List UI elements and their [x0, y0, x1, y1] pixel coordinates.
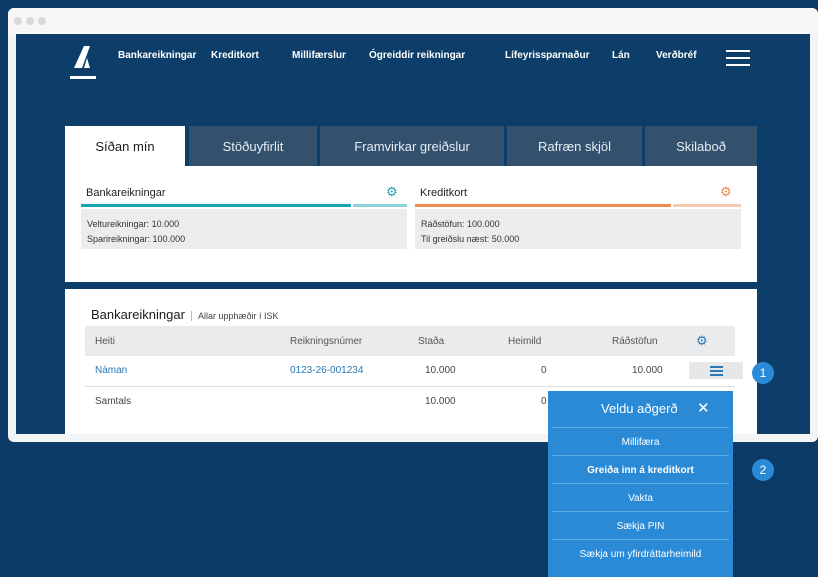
nav-verdbref[interactable]: Verðbréf [656, 50, 697, 61]
next-payment-value: 50.000 [491, 234, 520, 244]
window-dot-close[interactable] [14, 17, 22, 25]
step-badge-2: 2 [752, 459, 774, 481]
bank-logo-icon[interactable] [70, 46, 92, 68]
account-balance: 10.000 [425, 365, 456, 376]
checking-label: Veltureikningar: [87, 219, 150, 229]
available-value: 100.000 [467, 219, 500, 229]
nav-lan[interactable]: Lán [612, 50, 630, 61]
accounts-title: Bankareikningar [91, 307, 185, 322]
menu-item-vakta[interactable]: Vakta [552, 483, 729, 511]
bank-app: Bankareikningar Kreditkort Millifærslur … [16, 34, 810, 434]
tab-skilabod[interactable]: Skilaboð [645, 126, 757, 166]
menu-item-saekja-um-yfirdrattarheimild[interactable]: Sækja um yfirdráttarheimild [552, 539, 729, 567]
account-available: 10.000 [632, 365, 663, 376]
menu-icon[interactable] [726, 50, 750, 66]
dropdown-title: Veldu aðgerð [601, 401, 678, 416]
menu-item-millifaera[interactable]: Millifæra [552, 427, 729, 455]
col-stada[interactable]: Staða [418, 336, 444, 347]
total-label: Samtals [95, 396, 132, 407]
card-summary-details: Ráðstöfun: 100.000 Til greiðslu næst: 50… [415, 209, 741, 249]
account-number-link[interactable]: 0123-26-001234 [290, 365, 363, 376]
tab-sidan-min[interactable]: Síðan mín [65, 126, 185, 166]
tab-bar: Síðan mín Stöðuyfirlit Framvirkar greiðs… [65, 126, 757, 166]
logo-active-indicator [70, 76, 96, 79]
nav-kreditkort[interactable]: Kreditkort [211, 50, 259, 61]
accounts-table-header: Heiti Reikningsnúmer Staða Heimild Ráðst… [85, 326, 735, 356]
col-reikningsnumer[interactable]: Reikningsnúmer [290, 336, 362, 347]
total-limit: 0 [541, 396, 547, 407]
title-bar [8, 8, 818, 34]
window-dot-maximize[interactable] [38, 17, 46, 25]
account-name-link[interactable]: Náman [95, 365, 127, 376]
window-dot-minimize[interactable] [26, 17, 34, 25]
nav-bankareikningar[interactable]: Bankareikningar [118, 50, 196, 61]
next-payment-label: Til greiðslu næst: [421, 234, 490, 244]
tab-stoduyfirlit[interactable]: Stöðuyfirlit [189, 126, 317, 166]
browser-window: Bankareikningar Kreditkort Millifærslur … [8, 8, 818, 442]
close-icon[interactable]: ✕ [697, 399, 710, 417]
accounts-subtitle: Allar upphæðir í ISK [190, 311, 279, 321]
card-summary-title: Kreditkort [420, 187, 468, 199]
bank-summary-title: Bankareikningar [86, 187, 166, 199]
savings-label: Sparireikningar: [87, 234, 151, 244]
menu-item-saekja-pin[interactable]: Sækja PIN [552, 511, 729, 539]
tab-rafraen-skjol[interactable]: Rafræn skjöl [507, 126, 642, 166]
available-label: Ráðstöfun: [421, 219, 465, 229]
account-limit: 0 [541, 365, 547, 376]
col-radstofun[interactable]: Ráðstöfun [612, 336, 658, 347]
nav-ogreiddir-reikningar[interactable]: Ógreiddir reikningar [369, 50, 465, 61]
top-navigation: Bankareikningar Kreditkort Millifærslur … [16, 34, 810, 84]
tab-framvirkar-greidslur[interactable]: Framvirkar greiðslur [320, 126, 504, 166]
nav-lifeyrissparnadur[interactable]: Lífeyrissparnaður [505, 50, 589, 61]
action-dropdown-menu: Veldu aðgerð ✕ Millifæra Greiða inn á kr… [548, 391, 733, 577]
bank-summary-details: Veltureikningar: 10.000 Sparireikningar:… [81, 209, 407, 249]
card-summary: Kreditkort ⚙ Ráðstöfun: 100.000 Til grei… [415, 176, 741, 249]
row-actions-menu-button[interactable] [689, 362, 743, 379]
summary-panel: Bankareikningar ⚙ Veltureikningar: 10.00… [65, 166, 757, 282]
nav-millifaerslur[interactable]: Millifærslur [292, 50, 346, 61]
checking-value: 10.000 [151, 219, 180, 229]
total-balance: 10.000 [425, 396, 456, 407]
savings-value: 100.000 [152, 234, 186, 244]
table-settings-gear-icon[interactable]: ⚙ [696, 333, 708, 349]
bank-settings-gear-icon[interactable]: ⚙ [386, 184, 398, 200]
step-badge-1: 1 [752, 362, 774, 384]
col-heimild[interactable]: Heimild [508, 336, 541, 347]
menu-item-greida-inn-a-kreditkort[interactable]: Greiða inn á kreditkort [552, 455, 729, 483]
bank-summary: Bankareikningar ⚙ Veltureikningar: 10.00… [81, 176, 407, 249]
table-row[interactable]: Náman 0123-26-001234 10.000 0 10.000 [85, 356, 743, 387]
col-heiti[interactable]: Heiti [95, 336, 115, 347]
card-settings-gear-icon[interactable]: ⚙ [720, 184, 732, 200]
